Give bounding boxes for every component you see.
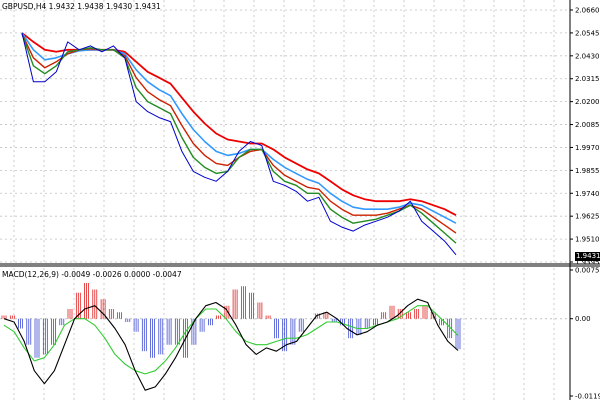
series-ma_long [21,32,457,216]
series-ma_slow [21,32,457,224]
macd-indicator[interactable] [1,283,461,391]
macd-axis-label: 0.00 [575,315,591,323]
chart-canvas[interactable]: 2.0660 2.0545 2.0430 2.0315 2.0200 2.0085 1.99… [0,0,600,400]
price-axis-label: 1.9970 [575,144,600,152]
current-price-label: 1.9431 [575,252,600,261]
price-axis-label: 2.0660 [575,7,600,15]
price-axis-label: 1.9625 [575,213,600,221]
macd-axis-label: 0.0075 [575,267,600,275]
macd-title: MACD(12,26,9) -0.0049 -0.0026 0.0000 -0.… [2,270,182,279]
price-axis-label: 2.0545 [575,29,600,37]
price-chart[interactable] [21,32,457,256]
price-axis-label: 1.9510 [575,236,600,244]
price-axis-label: 2.0315 [575,75,600,83]
price-axis-label: 2.0430 [575,52,600,60]
price-axis-label: 2.0200 [575,98,600,106]
price-axis-label: 1.9740 [575,190,600,198]
series-price [21,32,457,256]
price-axis[interactable]: 2.0660 2.0545 2.0430 2.0315 2.0200 2.0085 1.99… [0,0,600,400]
chart-title: GBPUSD,H4 1.9432 1.9438 1.9430 1.9431 [2,2,161,11]
price-axis-label: 2.0085 [575,121,600,129]
price-axis-label: 1.9855 [575,167,600,175]
macd-axis-label: -0.0119 [575,393,600,400]
series-ma_mid [21,33,457,234]
chart-window[interactable]: 2.0660 2.0545 2.0430 2.0315 2.0200 2.0085 1.99… [0,0,600,400]
